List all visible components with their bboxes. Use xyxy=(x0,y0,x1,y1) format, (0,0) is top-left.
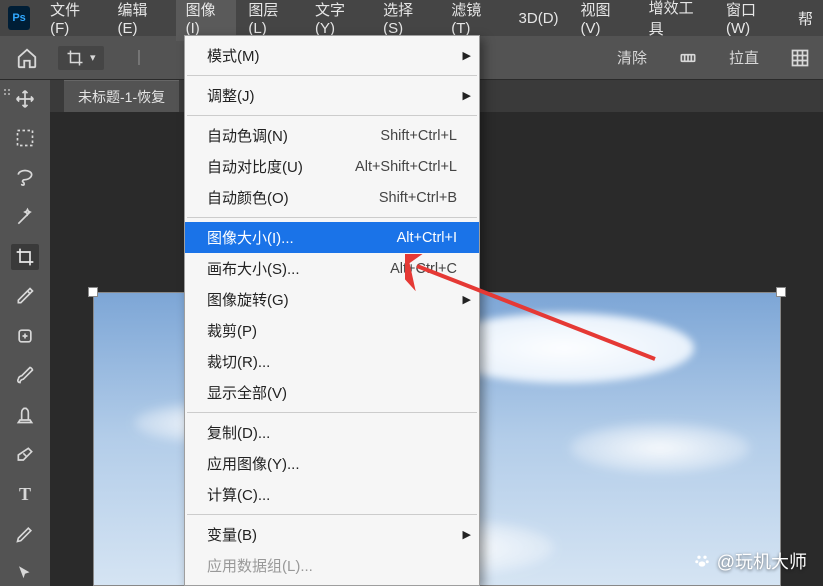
menu-variables[interactable]: 变量(B)▶ xyxy=(185,519,479,550)
opt-field-1[interactable]: ｜ xyxy=(122,45,157,70)
canvas-content xyxy=(570,423,750,473)
crop-tool[interactable] xyxy=(11,244,39,270)
expand-dots-icon[interactable] xyxy=(4,84,8,88)
pen-tool[interactable] xyxy=(11,521,39,547)
menu-reveal-all[interactable]: 显示全部(V) xyxy=(185,377,479,408)
home-icon[interactable] xyxy=(14,45,40,71)
menu-3d[interactable]: 3D(D) xyxy=(509,6,569,31)
path-select-tool[interactable] xyxy=(11,560,39,586)
grid-icon[interactable] xyxy=(789,47,811,69)
menu-separator xyxy=(187,115,477,116)
type-tool[interactable]: T xyxy=(11,481,39,507)
menu-separator xyxy=(187,75,477,76)
marquee-tool[interactable] xyxy=(11,126,39,152)
menu-duplicate[interactable]: 复制(D)... xyxy=(185,417,479,448)
straighten-icon[interactable] xyxy=(677,47,699,69)
menu-apply-dataset: 应用数据组(L)... xyxy=(185,550,479,581)
clear-button[interactable]: 清除 xyxy=(607,45,657,70)
menu-auto-contrast[interactable]: 自动对比度(U)Alt+Shift+Ctrl+L xyxy=(185,151,479,182)
menu-adjustments[interactable]: 调整(J)▶ xyxy=(185,80,479,111)
straighten-label: 拉直 xyxy=(719,45,769,70)
main-menubar: Ps 文件(F) 编辑(E) 图像(I) 图层(L) 文字(Y) 选择(S) 滤… xyxy=(0,0,823,36)
crop-handle[interactable] xyxy=(88,287,98,297)
lasso-tool[interactable] xyxy=(11,165,39,191)
clone-stamp-tool[interactable] xyxy=(11,402,39,428)
watermark: @玩机大师 xyxy=(693,548,807,574)
menu-auto-tone[interactable]: 自动色调(N)Shift+Ctrl+L xyxy=(185,120,479,151)
menu-calculations[interactable]: 计算(C)... xyxy=(185,479,479,510)
menu-file[interactable]: 文件(F) xyxy=(40,0,105,41)
menu-edit[interactable]: 编辑(E) xyxy=(107,0,173,41)
crop-handle[interactable] xyxy=(776,287,786,297)
tools-panel: T xyxy=(0,80,50,586)
menu-mode[interactable]: 模式(M)▶ xyxy=(185,40,479,71)
image-menu-dropdown: 模式(M)▶ 调整(J)▶ 自动色调(N)Shift+Ctrl+L 自动对比度(… xyxy=(184,35,480,586)
menu-plugins[interactable]: 增效工具 xyxy=(639,0,714,43)
menu-window[interactable]: 窗口(W) xyxy=(716,0,786,41)
menu-view[interactable]: 视图(V) xyxy=(571,0,637,41)
menu-separator xyxy=(187,412,477,413)
menu-apply-image[interactable]: 应用图像(Y)... xyxy=(185,448,479,479)
menu-auto-color[interactable]: 自动颜色(O)Shift+Ctrl+B xyxy=(185,182,479,213)
menu-separator xyxy=(187,514,477,515)
menu-help[interactable]: 帮 xyxy=(788,4,823,33)
magic-wand-tool[interactable] xyxy=(11,205,39,231)
document-tab[interactable]: 未标题-1-恢复 xyxy=(64,80,179,113)
menu-separator xyxy=(187,217,477,218)
crop-tool-indicator[interactable]: ▾ xyxy=(58,46,104,70)
move-tool[interactable] xyxy=(11,86,39,112)
watermark-text: @玩机大师 xyxy=(717,548,807,574)
menu-canvas-size[interactable]: 画布大小(S)...Alt+Ctrl+C xyxy=(185,253,479,284)
brush-tool[interactable] xyxy=(11,363,39,389)
menu-crop[interactable]: 裁剪(P) xyxy=(185,315,479,346)
app-logo: Ps xyxy=(8,6,30,30)
paw-icon xyxy=(693,552,711,570)
menu-image-size[interactable]: 图像大小(I)...Alt+Ctrl+I xyxy=(185,222,479,253)
eraser-tool[interactable] xyxy=(11,442,39,468)
healing-brush-tool[interactable] xyxy=(11,323,39,349)
menu-trim[interactable]: 裁切(R)... xyxy=(185,346,479,377)
menu-image-rotation[interactable]: 图像旋转(G)▶ xyxy=(185,284,479,315)
eyedropper-tool[interactable] xyxy=(11,284,39,310)
